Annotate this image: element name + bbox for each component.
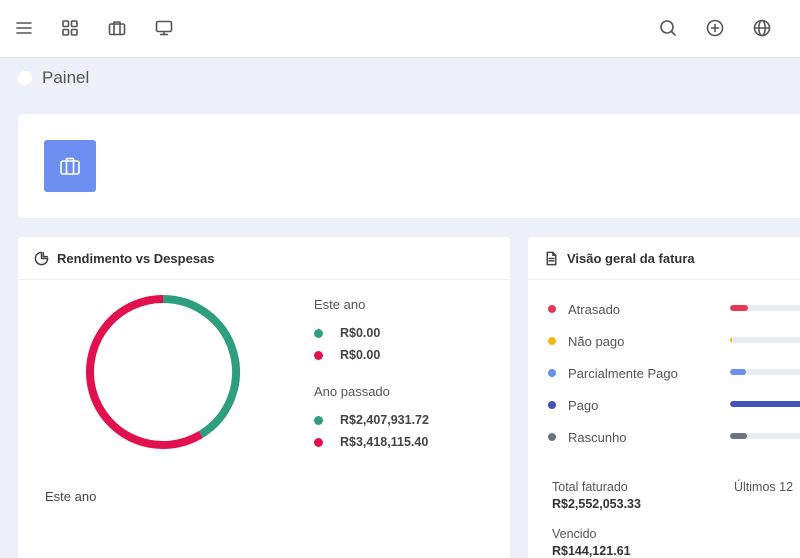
status-dot [548, 369, 556, 377]
card-title: Visão geral da fatura [567, 250, 695, 266]
total-value: R$2,552,053.33 [552, 497, 641, 511]
status-row: Rascunho [548, 421, 800, 453]
status-progress-bar [730, 337, 800, 343]
add-circle-icon[interactable] [704, 17, 726, 39]
legend-group-label: Ano passado [314, 384, 390, 399]
status-label: Parcialmente Pago [568, 365, 678, 381]
status-progress-fill [730, 369, 746, 375]
globe-icon[interactable] [751, 17, 773, 39]
donut-slice-rendimento[interactable] [162, 295, 240, 438]
status-progress-fill [730, 401, 800, 407]
status-row: Atrasado [548, 293, 800, 325]
invoice-status-list: Atrasado Não pago Parcialmente Pago Pago Ras… [548, 293, 800, 453]
top-bar [0, 0, 800, 58]
legend-dot [314, 437, 323, 447]
footer-label: Este ano [45, 489, 97, 504]
status-dot [548, 337, 556, 345]
card-header: Rendimento vs Despesas [18, 237, 510, 280]
card-header: Visão geral da fatura [528, 237, 800, 280]
invoice-overview-card: Visão geral da fatura Atrasado Não pago Pa… [528, 237, 800, 558]
status-progress-fill [730, 433, 747, 439]
status-label: Atrasado [568, 301, 621, 317]
grid-icon[interactable] [59, 17, 81, 39]
status-progress-fill [730, 305, 748, 311]
status-dot [548, 433, 556, 441]
status-dot [548, 401, 556, 409]
period-selector[interactable]: Últimos 12 [734, 480, 793, 494]
due-label: Vencido [552, 527, 597, 541]
legend-value: R$3,418,115.40 [340, 435, 429, 449]
status-label: Não pago [568, 333, 625, 349]
legend-group-label: Este ano [314, 297, 366, 312]
due-value: R$144,121.61 [552, 544, 631, 558]
status-progress-bar [730, 305, 800, 311]
income-expenses-card: Rendimento vs Despesas Este ano R$0.00 R… [18, 237, 510, 558]
legend-value: R$2,407,931.72 [340, 413, 429, 427]
status-row: Parcialmente Pago [548, 357, 800, 389]
legend-value: R$0.00 [340, 348, 381, 362]
card-title: Rendimento vs Despesas [57, 250, 215, 266]
legend-row: R$0.00 [314, 322, 429, 344]
status-label: Pago [568, 397, 599, 413]
page-dot-icon [18, 71, 32, 85]
status-progress-bar [730, 401, 800, 407]
status-row: Pago [548, 389, 800, 421]
status-label: Rascunho [568, 429, 627, 445]
document-icon [546, 251, 557, 265]
legend-row: R$0.00 [314, 344, 429, 366]
legend-value: R$0.00 [340, 326, 381, 340]
income-expenses-donut-chart [86, 295, 240, 449]
search-icon[interactable] [657, 17, 679, 39]
status-progress-fill [730, 337, 732, 343]
legend-dot [314, 415, 323, 425]
pie-chart-icon [34, 251, 49, 265]
status-dot [548, 305, 556, 313]
chart-legend: Este ano R$0.00 R$0.00 Ano passado R$2,4… [314, 297, 429, 453]
page-title: Painel [18, 68, 89, 88]
status-progress-bar [730, 433, 800, 439]
page-title-text: Painel [42, 68, 90, 87]
legend-row: R$2,407,931.72 [314, 409, 429, 431]
briefcase-icon[interactable] [106, 17, 128, 39]
donut-slice-despesas[interactable] [86, 295, 203, 449]
legend-dot [314, 350, 323, 360]
status-progress-bar [730, 369, 800, 375]
status-row: Não pago [548, 325, 800, 357]
legend-row: R$3,418,115.40 [314, 431, 429, 453]
briefcase-shortcut-button[interactable] [44, 140, 96, 192]
briefcase-icon [60, 157, 80, 175]
shortcut-card [18, 114, 800, 218]
menu-icon[interactable] [13, 17, 35, 39]
monitor-icon[interactable] [153, 17, 175, 39]
legend-dot [314, 328, 323, 338]
